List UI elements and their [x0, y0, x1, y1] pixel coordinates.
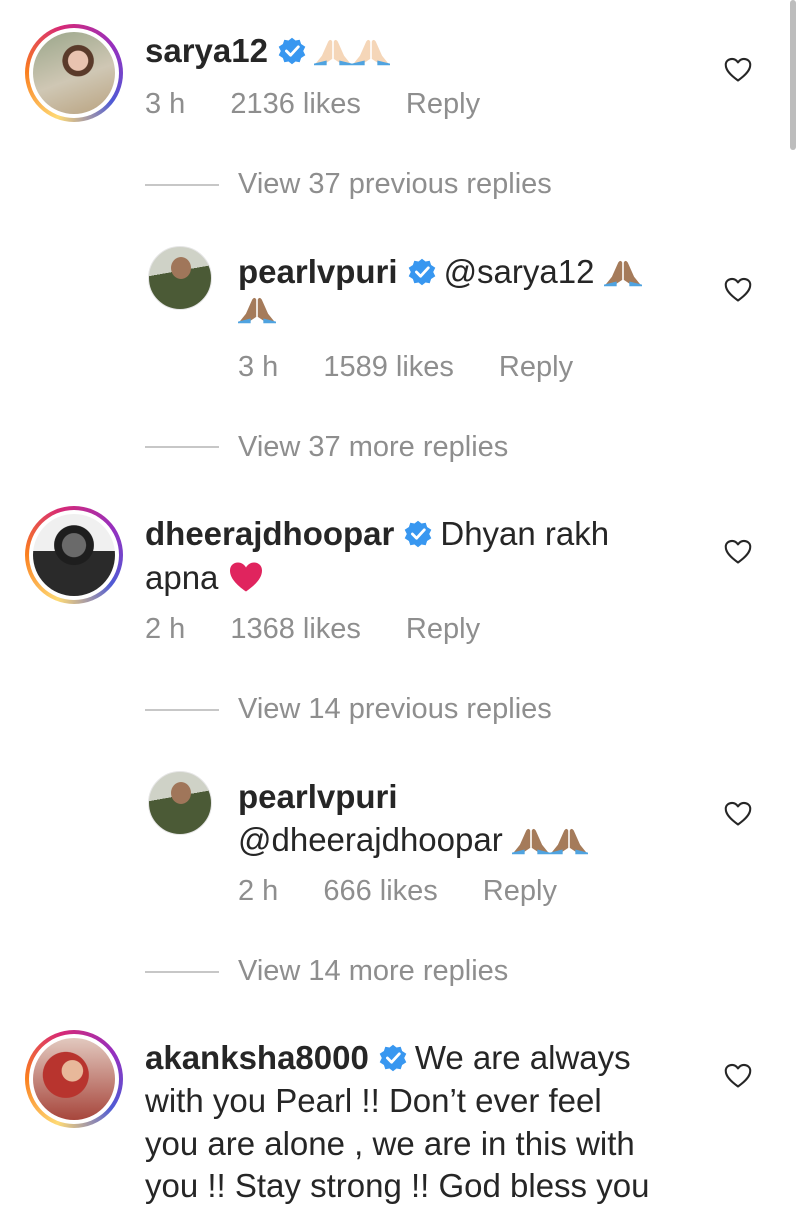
username-akanksha8000[interactable]: akanksha8000: [145, 1039, 369, 1076]
divider: [145, 709, 219, 711]
likes-count[interactable]: 1368 likes: [230, 613, 361, 646]
folded-hands-emoji: [550, 825, 588, 855]
avatar-akanksha8000[interactable]: [25, 1030, 123, 1128]
scrollbar[interactable]: [790, 0, 796, 150]
comment-text: you are alone , we are in this with: [145, 1125, 635, 1162]
view-more-replies-link[interactable]: View 37 more replies: [238, 431, 508, 464]
reply-meta: 2 h 666 likes Reply: [238, 875, 557, 908]
comment-meta: 3 h 2136 likes Reply: [145, 88, 480, 121]
reply-button[interactable]: Reply: [499, 351, 573, 384]
red-heart-emoji: [228, 561, 264, 593]
username-sarya12[interactable]: sarya12: [145, 32, 268, 69]
avatar-dheerajdhoopar[interactable]: [25, 506, 123, 604]
reply-button[interactable]: Reply: [406, 613, 480, 646]
username-pearlvpuri[interactable]: pearlvpuri: [238, 253, 398, 290]
reply-meta: 3 h 1589 likes Reply: [238, 351, 573, 384]
reply-button[interactable]: Reply: [406, 88, 480, 121]
mention-link[interactable]: @dheerajdhoopar: [238, 821, 503, 858]
likes-count[interactable]: 2136 likes: [230, 88, 361, 121]
timestamp: 3 h: [238, 351, 279, 383]
username-pearlvpuri[interactable]: pearlvpuri: [238, 778, 398, 815]
comment-text: apna: [145, 559, 219, 596]
avatar-pearlvpuri[interactable]: [148, 246, 212, 310]
timestamp: 2 h: [238, 875, 279, 907]
comment-meta: 2 h 1368 likes Reply: [145, 613, 480, 646]
divider: [145, 184, 219, 186]
timestamp: 3 h: [145, 88, 186, 120]
likes-count[interactable]: 1589 likes: [323, 351, 454, 384]
reply-button[interactable]: Reply: [483, 875, 557, 908]
heart-outline-icon[interactable]: [724, 801, 752, 827]
folded-hands-emoji: [352, 36, 390, 66]
verified-badge-icon: [379, 1044, 407, 1072]
view-previous-replies-link[interactable]: View 37 previous replies: [238, 168, 552, 201]
heart-outline-icon[interactable]: [724, 277, 752, 303]
heart-outline-icon[interactable]: [724, 1063, 752, 1089]
verified-badge-icon: [278, 37, 306, 65]
heart-outline-icon[interactable]: [724, 57, 752, 83]
username-dheerajdhoopar[interactable]: dheerajdhoopar: [145, 515, 394, 552]
divider: [145, 971, 219, 973]
divider: [145, 446, 219, 448]
mention-link[interactable]: @sarya12: [444, 253, 595, 290]
heart-outline-icon[interactable]: [724, 539, 752, 565]
timestamp: 2 h: [145, 613, 186, 645]
comment-text: Dhyan rakh: [440, 515, 610, 552]
folded-hands-emoji: [314, 36, 352, 66]
comment-text: with you Pearl !! Don’t ever feel: [145, 1082, 602, 1119]
avatar-sarya12[interactable]: [25, 24, 123, 122]
view-more-replies-link[interactable]: View 14 more replies: [238, 955, 508, 988]
likes-count[interactable]: 666 likes: [323, 875, 437, 908]
verified-badge-icon: [408, 258, 436, 286]
comment-text: We are always: [414, 1039, 631, 1076]
view-previous-replies-link[interactable]: View 14 previous replies: [238, 693, 552, 726]
verified-badge-icon: [404, 520, 432, 548]
avatar-pearlvpuri[interactable]: [148, 771, 212, 835]
folded-hands-emoji: [604, 257, 642, 287]
folded-hands-emoji: [512, 825, 550, 855]
folded-hands-emoji: [238, 294, 276, 324]
comment-text: you !! Stay strong !! God bless you: [145, 1167, 650, 1204]
